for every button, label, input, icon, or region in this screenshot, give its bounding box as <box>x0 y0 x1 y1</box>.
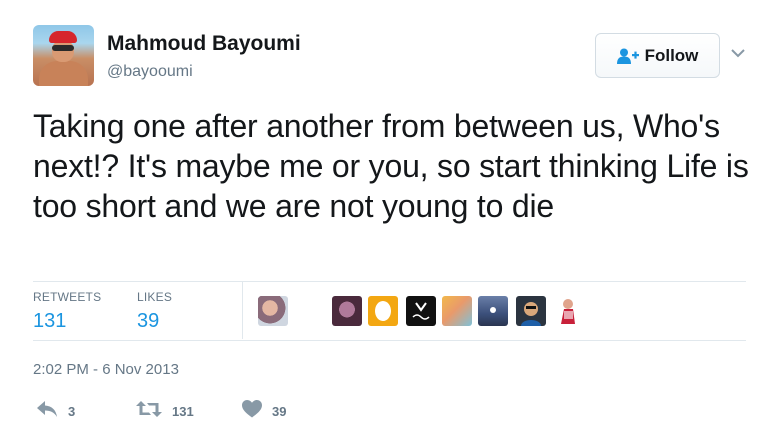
likes-label: LIKES <box>137 290 173 304</box>
divider-top <box>33 281 746 282</box>
retweets-label: RETWEETS <box>33 290 102 304</box>
retweet-icon <box>136 400 162 423</box>
add-user-icon <box>616 48 639 64</box>
reply-count: 3 <box>68 404 76 419</box>
likes-value: 39 <box>137 310 160 332</box>
liker-avatar[interactable] <box>406 296 436 326</box>
liker-avatar[interactable] <box>552 296 582 326</box>
reply-icon <box>36 400 58 423</box>
likes-stat[interactable]: LIKES 39 <box>137 290 172 333</box>
author-handle[interactable]: @bayooumi <box>107 63 193 81</box>
liker-avatar[interactable] <box>332 296 362 326</box>
liker-avatar[interactable] <box>258 296 288 326</box>
like-count: 39 <box>272 404 287 419</box>
liker-avatar[interactable] <box>442 296 472 326</box>
retweet-count: 131 <box>172 404 194 419</box>
avatar[interactable] <box>33 25 94 86</box>
retweets-value: 131 <box>33 310 67 332</box>
tweet-timestamp[interactable]: 2:02 PM - 6 Nov 2013 <box>33 361 179 378</box>
chevron-down-icon[interactable] <box>728 45 748 61</box>
divider-bottom <box>33 340 746 341</box>
liker-avatar[interactable] <box>478 296 508 326</box>
tweet-text: Taking one after another from between us… <box>33 108 749 224</box>
follow-button[interactable]: Follow <box>595 33 720 78</box>
liker-avatar[interactable] <box>516 296 546 326</box>
heart-icon <box>242 400 262 423</box>
reply-button[interactable]: 3 <box>36 400 75 423</box>
follow-button-label: Follow <box>644 45 699 65</box>
like-button[interactable]: 39 <box>242 400 286 423</box>
stats-divider <box>242 282 243 339</box>
liker-avatar[interactable] <box>368 296 398 326</box>
author-name[interactable]: Mahmoud Bayoumi <box>107 32 301 56</box>
retweet-button[interactable]: 131 <box>136 400 194 423</box>
retweets-stat[interactable]: RETWEETS 131 <box>33 290 101 333</box>
